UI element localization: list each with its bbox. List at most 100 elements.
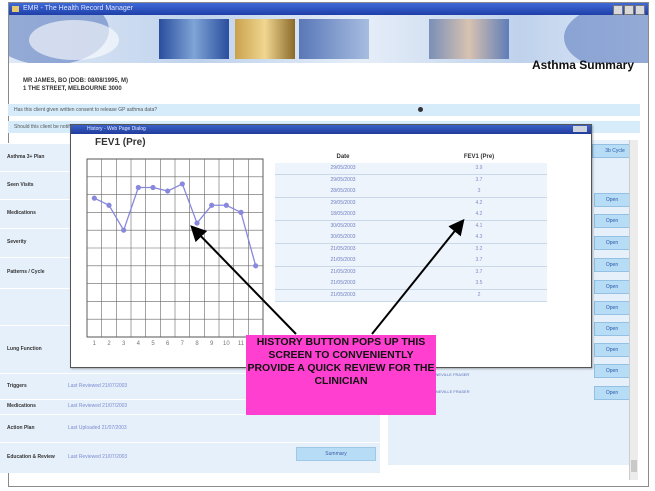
table-cell-date: 30/05/2003 xyxy=(275,220,411,233)
open-button[interactable]: Open xyxy=(594,280,630,294)
fev1-point xyxy=(135,184,141,191)
table-cell-fev1: 3.7 xyxy=(411,255,547,267)
section-row: Action Plan Last Uploaded 21/07/2003 xyxy=(0,414,380,442)
section-value: Last Reviewed 21/07/2003 xyxy=(68,454,128,460)
table-cell-fev1: 3.5 xyxy=(411,278,547,290)
banner-image-2 xyxy=(235,19,295,59)
table-cell-date: 21/05/2003 xyxy=(275,243,411,256)
table-cell-date: 28/05/2003 xyxy=(275,186,411,198)
table-cell-fev1: 3.9 xyxy=(411,163,547,175)
section-label: Seen Visits xyxy=(7,182,34,188)
page-title: Asthma Summary xyxy=(531,58,634,72)
x-tick-label: 1 xyxy=(93,341,97,347)
close-button[interactable] xyxy=(635,5,645,15)
scrollbar-thumb[interactable] xyxy=(631,460,637,472)
table-cell-fev1: 3.2 xyxy=(411,243,547,256)
x-tick-label: 2 xyxy=(107,341,111,347)
table-cell-fev1: 3.7 xyxy=(411,174,547,187)
col-header-date: Date xyxy=(336,154,350,160)
table-cell-fev1: 4.1 xyxy=(411,220,547,233)
fev1-chart: 123456789101112 xyxy=(86,158,264,347)
history-dialog: History - Web Page Dialog FEV1 (Pre) 123… xyxy=(70,124,592,368)
patient-details: MR JAMES, BO (DOB: 08/08/1995, M) 1 THE … xyxy=(23,77,128,93)
table-cell-date: 21/05/2003 xyxy=(275,255,411,267)
consent-radio[interactable] xyxy=(418,107,423,112)
x-tick-label: 4 xyxy=(137,341,141,347)
table-cell-date: 18/05/2003 xyxy=(275,209,411,221)
open-button[interactable]: Open xyxy=(594,322,630,336)
open-button[interactable]: Open xyxy=(594,386,630,400)
open-button[interactable]: Open xyxy=(594,236,630,250)
minimize-button[interactable] xyxy=(613,5,623,15)
table-cell-date: 21/05/2003 xyxy=(275,289,411,302)
banner-image-4 xyxy=(429,19,509,59)
open-button[interactable]: Open xyxy=(594,214,630,228)
page-scrollbar[interactable] xyxy=(629,140,638,480)
open-button[interactable]: Open xyxy=(594,364,630,378)
table-cell-date: 30/05/2003 xyxy=(275,232,411,244)
banner-image-3 xyxy=(299,19,369,59)
section-label: Medications xyxy=(7,403,36,409)
section-label: Triggers xyxy=(7,383,27,389)
consent-question: Has this client given written consent to… xyxy=(8,104,640,116)
section-value: Last Uploaded 21/07/2003 xyxy=(68,425,127,431)
table-cell-date: 21/05/2003 xyxy=(275,266,411,279)
banner-swoosh-right xyxy=(564,15,648,63)
table-cell-date: 21/05/2003 xyxy=(275,278,411,290)
fev1-point xyxy=(150,184,156,191)
table-cell-fev1: 4.3 xyxy=(411,232,547,244)
section-label: Asthma 3+ Plan xyxy=(7,154,45,160)
fev1-point xyxy=(209,202,215,208)
chart-title: FEV1 (Pre) xyxy=(95,137,146,148)
dialog-close-button[interactable] xyxy=(573,126,587,132)
open-button[interactable]: Open xyxy=(594,193,630,207)
x-tick-label: 3 xyxy=(122,341,126,347)
x-tick-label: 5 xyxy=(151,341,155,347)
table-cell-fev1: 4.2 xyxy=(411,197,547,210)
section-label: Education & Review xyxy=(7,454,55,460)
x-tick-label: 10 xyxy=(223,341,230,347)
table-cell-date: 29/05/2003 xyxy=(275,174,411,187)
summary-button[interactable]: Summary xyxy=(296,447,376,461)
section-label: Medications xyxy=(7,210,36,216)
fev1-point xyxy=(238,209,244,215)
open-button[interactable]: Open xyxy=(594,343,630,357)
fev1-point xyxy=(194,220,200,226)
dialog-titlebar: History - Web Page Dialog xyxy=(71,125,591,134)
section-label: Severity xyxy=(7,239,27,245)
table-cell-fev1: 3.7 xyxy=(411,266,547,279)
table-cell-fev1: 4.2 xyxy=(411,209,547,221)
col-header-fev1: FEV1 (Pre) xyxy=(463,154,495,160)
fev1-point xyxy=(106,202,112,208)
maximize-button[interactable] xyxy=(624,5,634,15)
fev1-point xyxy=(91,195,97,201)
x-tick-label: 8 xyxy=(195,341,199,347)
section-label: Action Plan xyxy=(7,425,35,431)
section-value: Last Reviewed 21/07/2003 xyxy=(68,403,128,409)
section-label: Lung Function xyxy=(7,346,42,352)
section-value: Last Reviewed 21/07/2003 xyxy=(68,383,128,389)
table-cell-fev1: 2 xyxy=(411,289,547,302)
banner-image-1 xyxy=(159,19,229,59)
fev1-point xyxy=(165,188,171,194)
section-label: Patterns / Cycle xyxy=(7,269,45,275)
patient-address: 1 THE STREET, MELBOURNE 3000 xyxy=(23,86,122,92)
window-titlebar: EMR - The Health Record Manager xyxy=(9,3,648,15)
window-title: EMR - The Health Record Manager xyxy=(23,5,133,12)
x-tick-label: 6 xyxy=(166,341,170,347)
patient-name: MR JAMES, BO (DOB: 08/08/1995, M) xyxy=(23,78,129,84)
fev1-point xyxy=(121,227,127,233)
table-cell-date: 29/05/2003 xyxy=(275,163,411,175)
table-cell-date: 29/05/2003 xyxy=(275,197,411,210)
table-cell-fev1: 3 xyxy=(411,186,547,198)
x-tick-label: 11 xyxy=(238,341,245,347)
header-banner xyxy=(9,15,648,63)
open-button[interactable]: Open xyxy=(594,301,630,315)
x-tick-label: 7 xyxy=(181,341,185,347)
fev1-point xyxy=(179,181,185,187)
app-icon xyxy=(12,6,19,12)
open-button[interactable]: Open xyxy=(594,258,630,272)
fev1-point xyxy=(223,202,229,208)
annotation-callout: HISTORY BUTTON POPS UP THIS SCREEN TO CO… xyxy=(246,335,436,415)
x-tick-label: 9 xyxy=(210,341,214,347)
